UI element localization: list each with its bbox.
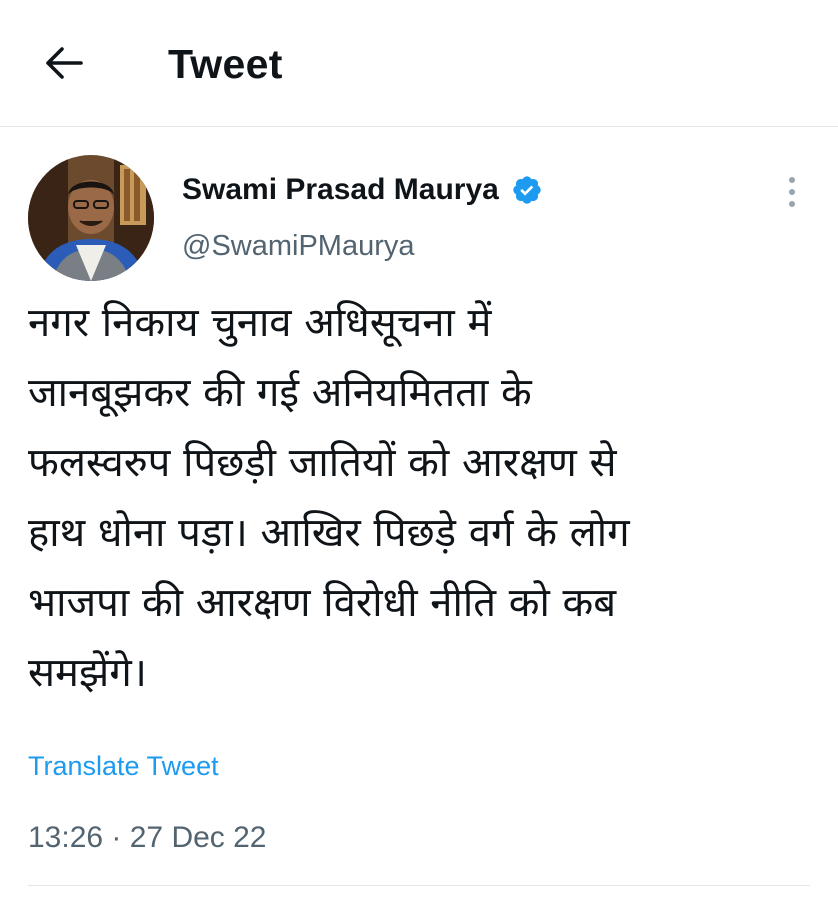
back-button[interactable] xyxy=(36,40,92,90)
more-vertical-icon xyxy=(787,174,797,215)
verified-badge-icon xyxy=(511,174,543,206)
tweet-text-line: जानबूझकर की गई अनियमितता के xyxy=(28,370,532,416)
divider xyxy=(28,885,810,886)
more-options-button[interactable] xyxy=(770,172,814,216)
tweet-text-line: फलस्वरुप पिछड़ी जातियों को आरक्षण से xyxy=(28,440,617,486)
author-handle[interactable]: @SwamiPMaurya xyxy=(182,226,415,266)
tweet-text-line: समझेंगे। xyxy=(28,650,147,696)
arrow-left-icon xyxy=(44,46,84,85)
tweet-text-line: भाजपा की आरक्षण विरोधी नीति को कब xyxy=(28,580,617,626)
avatar[interactable] xyxy=(28,155,154,281)
author-name[interactable]: Swami Prasad Maurya xyxy=(182,170,543,210)
tweet-text: नगर निकाय चुनाव अधिसूचना में जानबूझकर की… xyxy=(28,288,818,708)
tweet-text-line: हाथ धोना पड़ा। आखिर पिछड़े वर्ग के लोग xyxy=(28,510,630,556)
translate-tweet-link[interactable]: Translate Tweet xyxy=(28,748,219,784)
top-bar: Tweet xyxy=(0,0,838,127)
author-name-text: Swami Prasad Maurya xyxy=(182,173,499,206)
page-title: Tweet xyxy=(168,41,283,87)
tweet-text-line: नगर निकाय चुनाव अधिसूचना में xyxy=(28,300,492,346)
tweet-timestamp[interactable]: 13:26 · 27 Dec 22 xyxy=(28,818,267,858)
